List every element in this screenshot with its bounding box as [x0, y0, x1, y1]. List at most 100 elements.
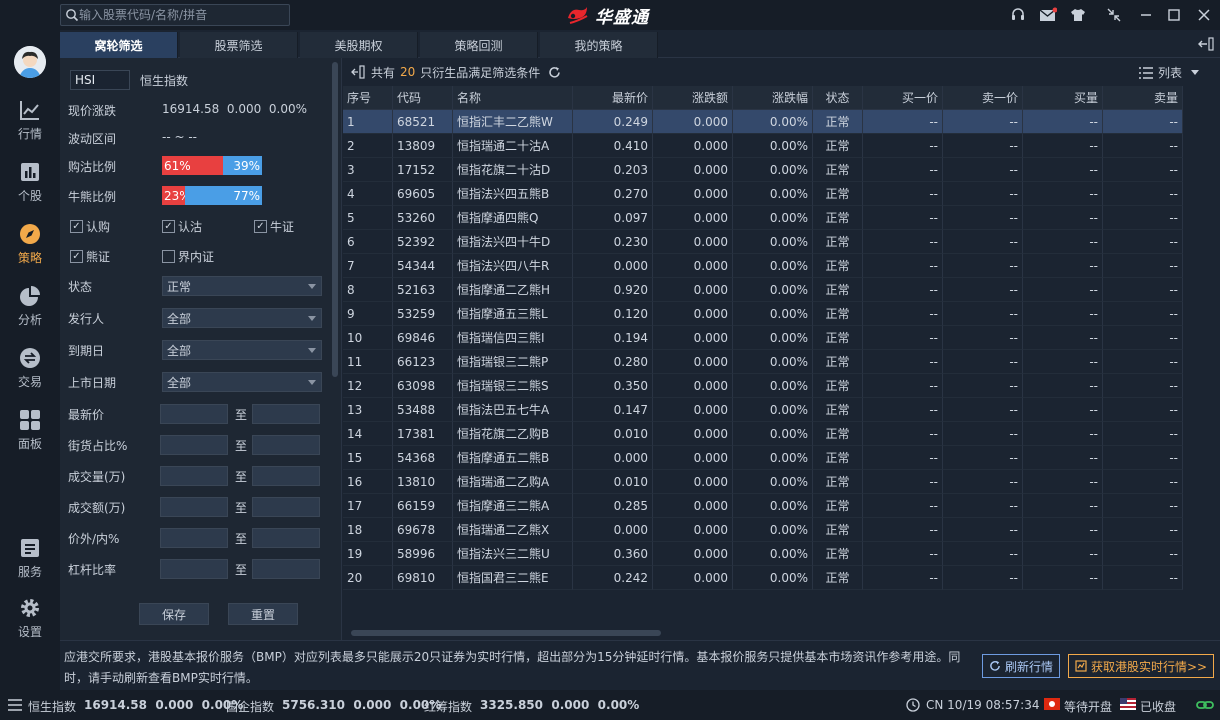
column-header[interactable]: 涨跌额: [653, 86, 733, 110]
table-row[interactable]: 14 17381 恒指花旗二乙购B 0.010 0.000 0.00% 正常 -- -- -- --: [343, 422, 1183, 446]
hscei-name[interactable]: 国企指数: [226, 698, 274, 715]
checkbox-box[interactable]: ✓: [70, 220, 83, 233]
table-row[interactable]: 4 69605 恒指法兴四五熊B 0.270 0.000 0.00% 正常 -- -- -- --: [343, 182, 1183, 206]
nav-quotes[interactable]: 行情: [0, 90, 60, 150]
checkbox-bear[interactable]: ✓ 熊证: [70, 248, 110, 265]
range-min-input[interactable]: [160, 466, 228, 486]
table-row[interactable]: 8 52163 恒指摩通二乙熊H 0.920 0.000 0.00% 正常 -- -- -- --: [343, 278, 1183, 302]
checkbox-box[interactable]: ✓: [254, 220, 267, 233]
nav-stock[interactable]: 个股: [0, 152, 60, 212]
headset-icon[interactable]: [1008, 5, 1028, 25]
skin-icon[interactable]: [1068, 5, 1088, 25]
issuer-select[interactable]: 全部: [162, 308, 322, 328]
listing-date-select[interactable]: 全部: [162, 372, 322, 392]
range-min-input[interactable]: [160, 528, 228, 548]
column-header[interactable]: 最新价: [573, 86, 653, 110]
range-max-input[interactable]: [252, 466, 320, 486]
checkbox-box[interactable]: [162, 250, 175, 263]
range-max-input[interactable]: [252, 497, 320, 517]
table-row[interactable]: 6 52392 恒指法兴四十牛D 0.230 0.000 0.00% 正常 -- -- -- --: [343, 230, 1183, 254]
table-row[interactable]: 2 13809 恒指瑞通二十沽A 0.410 0.000 0.00% 正常 -- -- -- --: [343, 134, 1183, 158]
panel-toggle-icon[interactable]: [1198, 36, 1214, 55]
refresh-icon[interactable]: [548, 66, 561, 79]
table-row[interactable]: 7 54344 恒指法兴四八牛R 0.000 0.000 0.00% 正常 -- -- -- --: [343, 254, 1183, 278]
table-row[interactable]: 9 53259 恒指摩通五三熊L 0.120 0.000 0.00% 正常 -- -- -- --: [343, 302, 1183, 326]
get-realtime-button[interactable]: 获取港股实时行情>>: [1068, 654, 1215, 678]
table-row[interactable]: 3 17152 恒指花旗二十沽D 0.203 0.000 0.00% 正常 -- -- -- --: [343, 158, 1183, 182]
range-min-input[interactable]: [160, 435, 228, 455]
maximize-icon[interactable]: [1164, 5, 1184, 25]
mail-icon[interactable]: [1038, 5, 1058, 25]
minimize-icon[interactable]: [1136, 5, 1156, 25]
column-header[interactable]: 序号: [343, 86, 393, 110]
column-header[interactable]: 状态: [813, 86, 863, 110]
table-row[interactable]: 11 66123 恒指瑞银三二熊P 0.280 0.000 0.00% 正常 -- -- -- --: [343, 350, 1183, 374]
column-header[interactable]: 卖量: [1103, 86, 1183, 110]
filter-scrollbar[interactable]: [332, 62, 338, 377]
range-filter-label: 成交额(万): [68, 501, 126, 515]
range-min-input[interactable]: [160, 559, 228, 579]
checkbox-bull[interactable]: ✓ 牛证: [254, 218, 294, 235]
search-input[interactable]: [79, 8, 279, 22]
cell-ask: --: [943, 422, 1023, 446]
expiry-select[interactable]: 全部: [162, 340, 322, 360]
range-min-input[interactable]: [160, 497, 228, 517]
range-max-input[interactable]: [252, 559, 320, 579]
status-select[interactable]: 正常: [162, 276, 322, 296]
column-header[interactable]: 代码: [393, 86, 453, 110]
range-min-input[interactable]: [160, 404, 228, 424]
table-row[interactable]: 20 69810 恒指国君三二熊E 0.242 0.000 0.00% 正常 -- -- -- --: [343, 566, 1183, 590]
checkbox-put[interactable]: ✓ 认沽: [162, 218, 202, 235]
link-icon[interactable]: [1196, 698, 1214, 712]
table-row[interactable]: 15 54368 恒指摩通五二熊B 0.000 0.000 0.00% 正常 -- -- -- --: [343, 446, 1183, 470]
range-max-input[interactable]: [252, 404, 320, 424]
table-row[interactable]: 12 63098 恒指瑞银三二熊S 0.350 0.000 0.00% 正常 -- -- -- --: [343, 374, 1183, 398]
tab-warrant-filter[interactable]: 窝轮筛选: [60, 32, 178, 58]
checkbox-box[interactable]: ✓: [70, 250, 83, 263]
close-icon[interactable]: [1194, 5, 1214, 25]
table-row[interactable]: 17 66159 恒指摩通三二熊A 0.285 0.000 0.00% 正常 -- -- -- --: [343, 494, 1183, 518]
cell-code: 69810: [393, 566, 453, 590]
table-row[interactable]: 1 68521 恒指汇丰二乙熊W 0.249 0.000 0.00% 正常 -- -- -- --: [343, 110, 1183, 134]
nav-strategy[interactable]: 策略: [0, 214, 60, 274]
menu-icon[interactable]: [8, 699, 22, 711]
column-header[interactable]: 买量: [1023, 86, 1103, 110]
tab-us-options[interactable]: 美股期权: [300, 32, 418, 58]
checkbox-inline[interactable]: 界内证: [162, 248, 214, 265]
table-row[interactable]: 19 58996 恒指法兴三二熊U 0.360 0.000 0.00% 正常 -- -- -- --: [343, 542, 1183, 566]
tab-backtest[interactable]: 策略回测: [420, 32, 538, 58]
collapse-icon[interactable]: [1104, 5, 1124, 25]
nav-settings[interactable]: 设置: [0, 588, 60, 648]
nav-trade[interactable]: 交易: [0, 338, 60, 398]
avatar[interactable]: [14, 46, 46, 78]
horizontal-scrollbar[interactable]: [351, 630, 661, 636]
column-header[interactable]: 卖一价: [943, 86, 1023, 110]
underlying-code-input[interactable]: HSI: [70, 70, 130, 90]
view-mode-toggle[interactable]: 列表: [1139, 64, 1200, 81]
column-header[interactable]: 涨跌幅: [733, 86, 813, 110]
nav-service[interactable]: 服务: [0, 528, 60, 588]
reset-button[interactable]: 重置: [228, 603, 298, 625]
table-row[interactable]: 16 13810 恒指瑞通二乙购A 0.010 0.000 0.00% 正常 -- -- -- --: [343, 470, 1183, 494]
table-row[interactable]: 13 53488 恒指法巴五七牛A 0.147 0.000 0.00% 正常 -- -- -- --: [343, 398, 1183, 422]
range-max-input[interactable]: [252, 435, 320, 455]
cell-ask-vol: --: [1103, 302, 1183, 326]
range-max-input[interactable]: [252, 528, 320, 548]
collapse-panel-icon[interactable]: [351, 65, 365, 79]
table-row[interactable]: 18 69678 恒指瑞通二乙熊X 0.000 0.000 0.00% 正常 -- -- -- --: [343, 518, 1183, 542]
tab-my-strategy[interactable]: 我的策略: [540, 32, 658, 58]
search-box[interactable]: [60, 4, 290, 26]
checkbox-box[interactable]: ✓: [162, 220, 175, 233]
checkbox-call[interactable]: ✓ 认购: [70, 218, 110, 235]
table-row[interactable]: 5 53260 恒指摩通四熊Q 0.097 0.000 0.00% 正常 -- -- -- --: [343, 206, 1183, 230]
hscci-name[interactable]: 红筹指数: [424, 698, 472, 715]
refresh-quotes-button[interactable]: 刷新行情: [982, 654, 1061, 678]
table-row[interactable]: 10 69846 恒指瑞信四三熊I 0.194 0.000 0.00% 正常 -- -- -- --: [343, 326, 1183, 350]
hsi-name[interactable]: 恒生指数: [28, 698, 76, 715]
nav-analysis[interactable]: 分析: [0, 276, 60, 336]
column-header[interactable]: 名称: [453, 86, 573, 110]
column-header[interactable]: 买一价: [863, 86, 943, 110]
tab-stock-filter[interactable]: 股票筛选: [180, 32, 298, 58]
nav-panel[interactable]: 面板: [0, 400, 60, 460]
save-button[interactable]: 保存: [139, 603, 209, 625]
